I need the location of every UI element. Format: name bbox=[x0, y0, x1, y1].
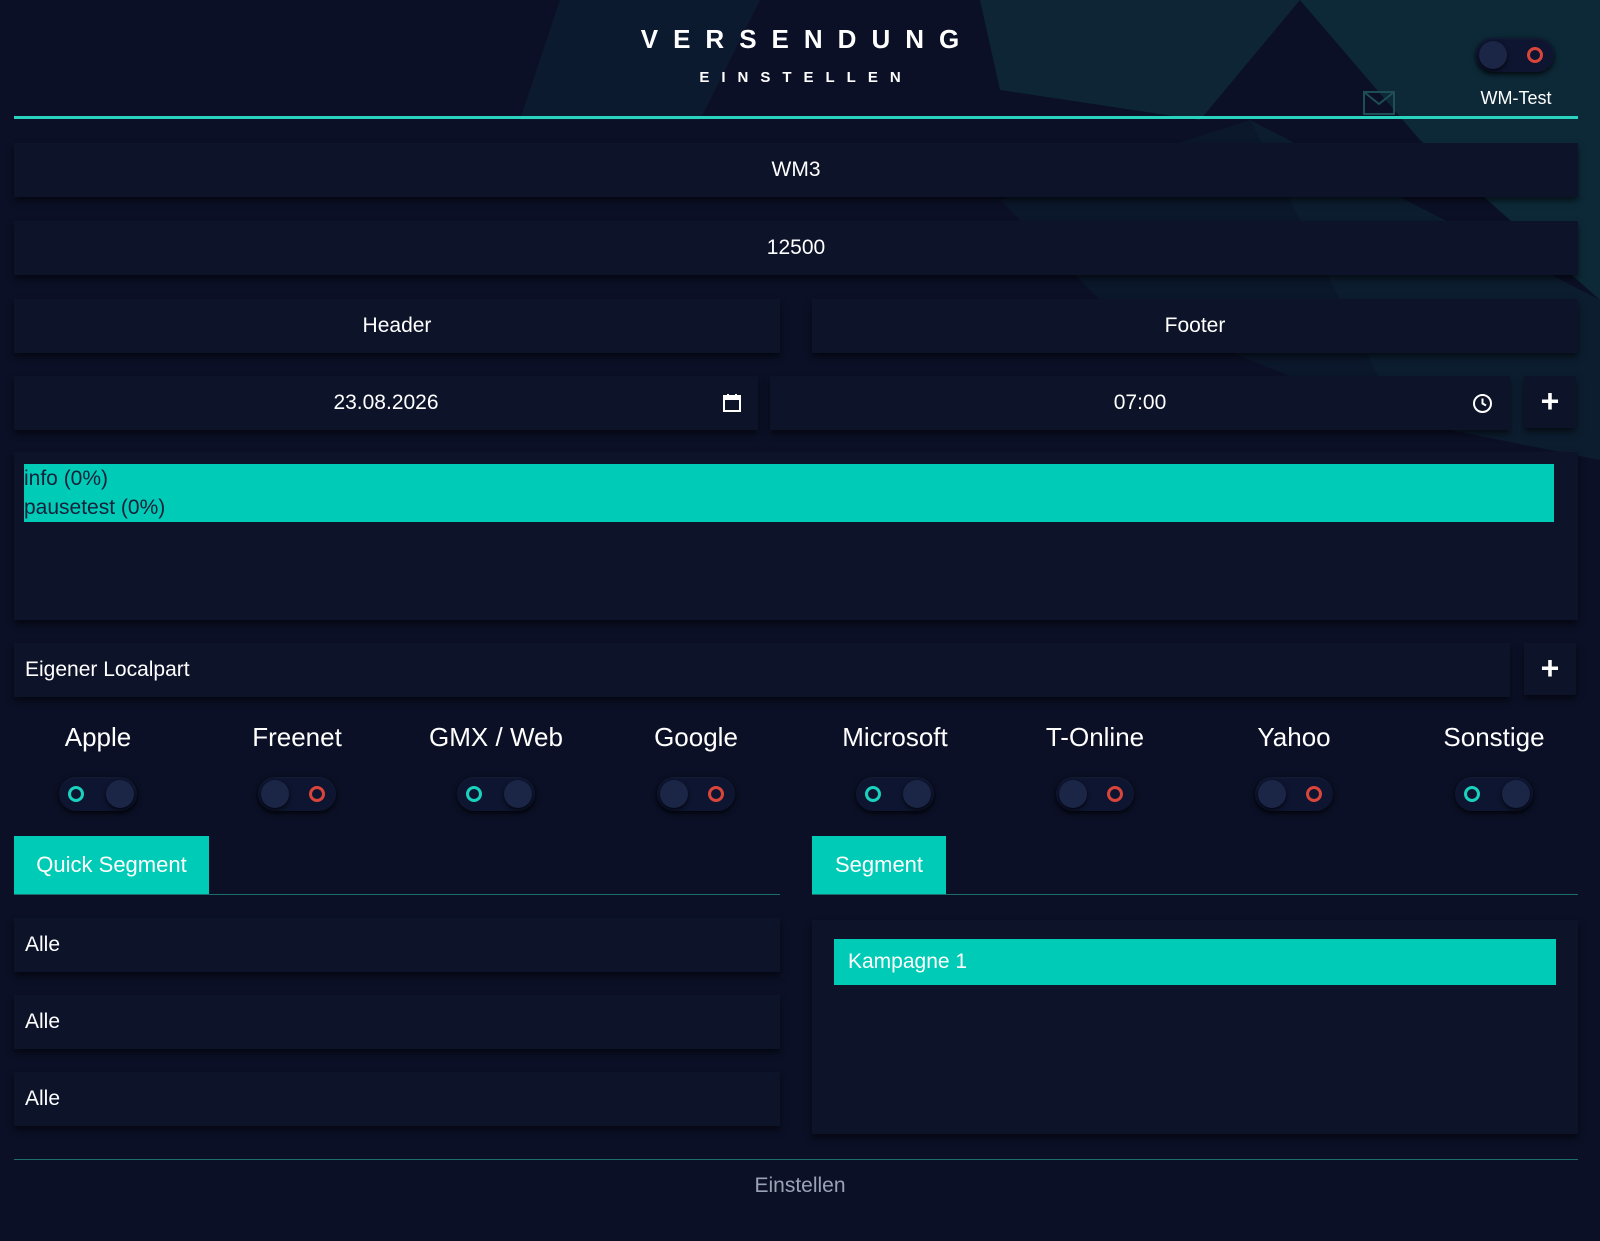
toggle-on-indicator-icon bbox=[865, 786, 881, 802]
provider-toggle-freenet[interactable] bbox=[258, 777, 336, 811]
add-time-button[interactable]: + bbox=[1524, 376, 1576, 428]
toggle-knob bbox=[261, 780, 289, 808]
footer-select-label: Footer bbox=[1164, 314, 1226, 337]
plus-icon: + bbox=[1540, 650, 1560, 686]
toggle-knob bbox=[1502, 780, 1530, 808]
wm-test-label: WM-Test bbox=[1480, 88, 1552, 108]
selection-list[interactable]: info (0%) pausetest (0%) bbox=[14, 452, 1578, 620]
provider-label-microsoft: Microsoft bbox=[842, 722, 948, 752]
footer-select[interactable]: Footer bbox=[812, 299, 1578, 353]
selected-items[interactable]: info (0%) pausetest (0%) bbox=[24, 464, 1554, 522]
provider-toggle-apple[interactable] bbox=[59, 777, 137, 811]
provider-label-t-online: T-Online bbox=[1045, 722, 1145, 752]
toggle-off-indicator-icon bbox=[708, 786, 724, 802]
header-divider bbox=[14, 116, 1578, 119]
toggle-knob bbox=[1479, 41, 1507, 69]
segment-list[interactable]: Kampagne 1 bbox=[812, 920, 1578, 1134]
quick-segment-select-3[interactable]: Alle bbox=[14, 1072, 780, 1126]
toggle-on-indicator-icon bbox=[68, 786, 84, 802]
date-input[interactable]: 23.08.2026 bbox=[14, 376, 758, 430]
toggle-knob bbox=[903, 780, 931, 808]
toggle-knob bbox=[1059, 780, 1087, 808]
provider-label-apple: Apple bbox=[64, 722, 132, 752]
calendar-icon[interactable] bbox=[722, 393, 742, 413]
add-localpart-button[interactable]: + bbox=[1524, 643, 1576, 695]
toggle-off-indicator-icon bbox=[309, 786, 325, 802]
toggle-off-indicator-icon bbox=[1107, 786, 1123, 802]
clock-icon[interactable] bbox=[1472, 393, 1493, 414]
provider-toggle-t-online[interactable] bbox=[1056, 777, 1134, 811]
page-header: VERSENDUNG EINSTELLEN WM-Test bbox=[0, 0, 1600, 120]
provider-label-yahoo: Yahoo bbox=[1257, 722, 1331, 752]
toggle-on-indicator-icon bbox=[466, 786, 482, 802]
quick-segment-value: Alle bbox=[25, 1087, 61, 1110]
tab-quick-segment[interactable]: Quick Segment bbox=[14, 836, 209, 894]
quick-segment-value: Alle bbox=[25, 933, 61, 956]
provider-toggle-yahoo[interactable] bbox=[1255, 777, 1333, 811]
plus-icon: + bbox=[1540, 383, 1560, 419]
toggle-knob bbox=[1258, 780, 1286, 808]
server-field[interactable]: WM3 bbox=[14, 143, 1578, 197]
server-value: WM3 bbox=[771, 158, 821, 181]
provider-toggle-google[interactable] bbox=[657, 777, 735, 811]
quick-segment-value: Alle bbox=[25, 1010, 61, 1033]
provider-label-gmx-web: GMX / Web bbox=[429, 722, 563, 752]
toggle-on-indicator-icon bbox=[1464, 786, 1480, 802]
provider-toggle-microsoft[interactable] bbox=[856, 777, 934, 811]
segment-item-kampagne-1[interactable]: Kampagne 1 bbox=[834, 939, 1556, 985]
page-title: VERSENDUNG bbox=[640, 24, 975, 54]
list-item[interactable]: info (0%) bbox=[24, 464, 1554, 493]
provider-label-google: Google bbox=[654, 722, 738, 752]
provider-toggle-gmx-web[interactable] bbox=[457, 777, 535, 811]
footer-divider bbox=[14, 1159, 1578, 1160]
toggle-off-indicator-icon bbox=[1306, 786, 1322, 802]
amount-field[interactable]: 12500 bbox=[14, 221, 1578, 275]
list-item[interactable]: pausetest (0%) bbox=[24, 493, 1554, 522]
wm-test-toggle[interactable] bbox=[1476, 38, 1554, 72]
toggle-off-indicator-icon bbox=[1527, 47, 1543, 63]
tab-segment[interactable]: Segment bbox=[812, 836, 946, 894]
localpart-field[interactable]: Eigener Localpart bbox=[14, 643, 1510, 697]
time-value: 07:00 bbox=[1113, 391, 1167, 414]
toggle-knob bbox=[504, 780, 532, 808]
time-input[interactable]: 07:00 bbox=[770, 376, 1510, 430]
page-subtitle: EINSTELLEN bbox=[699, 69, 913, 86]
provider-label-sonstige: Sonstige bbox=[1443, 722, 1545, 752]
quick-segment-select-2[interactable]: Alle bbox=[14, 995, 780, 1049]
amount-value: 12500 bbox=[766, 236, 826, 259]
header-select[interactable]: Header bbox=[14, 299, 780, 353]
toggle-knob bbox=[106, 780, 134, 808]
submit-button[interactable]: Einstellen bbox=[0, 1174, 1600, 1198]
provider-label-freenet: Freenet bbox=[252, 722, 342, 752]
quick-segment-tab-divider bbox=[14, 894, 780, 895]
header-select-label: Header bbox=[362, 314, 432, 337]
toggle-knob bbox=[660, 780, 688, 808]
quick-segment-select-1[interactable]: Alle bbox=[14, 918, 780, 972]
provider-toggle-sonstige[interactable] bbox=[1455, 777, 1533, 811]
segment-tab-divider bbox=[812, 894, 1578, 895]
localpart-label: Eigener Localpart bbox=[25, 658, 190, 681]
date-value: 23.08.2026 bbox=[333, 391, 439, 414]
